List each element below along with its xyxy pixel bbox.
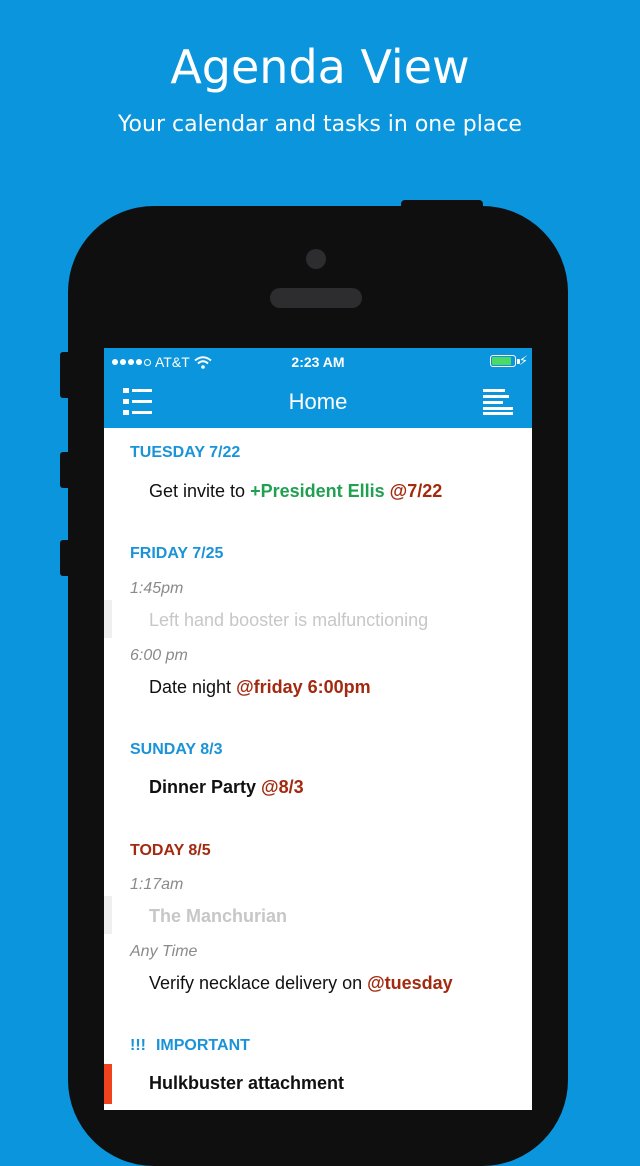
- section-header-tuesday: TUESDAY 7/22: [130, 444, 241, 461]
- charging-bolt-icon: ⚡: [518, 353, 528, 368]
- app-screen: AT&T 2:23 AM ⚡ Home TUESDAY 7/22 Get inv…: [104, 348, 532, 1110]
- event-edge-bar: [104, 600, 112, 638]
- task-text: Get invite to: [149, 481, 251, 501]
- event-time: 6:00 pm: [130, 647, 188, 664]
- task-item[interactable]: Dinner Party @8/3: [149, 777, 304, 798]
- date-tag[interactable]: @7/22: [390, 481, 443, 501]
- nav-title: Home: [288, 389, 348, 414]
- nav-bar: Home: [104, 376, 532, 428]
- event-time: Any Time: [130, 943, 198, 960]
- event-item[interactable]: Left hand booster is malfunctioning: [149, 610, 428, 631]
- section-header-friday: FRIDAY 7/25: [130, 545, 224, 562]
- task-item[interactable]: Date night @friday 6:00pm: [149, 677, 371, 698]
- date-tag[interactable]: @8/3: [261, 777, 304, 797]
- section-header-today: TODAY 8/5: [130, 842, 211, 859]
- task-text: Dinner Party: [149, 777, 262, 797]
- task-item[interactable]: Verify necklace delivery on @tuesday: [149, 973, 453, 994]
- event-item[interactable]: The Manchurian: [149, 906, 287, 927]
- priority-bar: [104, 1064, 112, 1104]
- section-header-sunday: SUNDAY 8/3: [130, 741, 223, 758]
- event-edge-bar: [104, 896, 112, 934]
- promo-subtitle: Your calendar and tasks in one place: [118, 112, 522, 137]
- section-header-important: !!! IMPORTANT: [130, 1037, 250, 1055]
- date-tag[interactable]: @tuesday: [367, 973, 453, 993]
- promo-title: Agenda View: [170, 40, 470, 94]
- sort-lines-icon[interactable]: [482, 388, 514, 416]
- task-text: Verify necklace delivery on: [149, 973, 368, 993]
- date-tag[interactable]: @friday 6:00pm: [236, 677, 371, 697]
- battery-icon: [490, 355, 516, 367]
- front-camera: [306, 249, 326, 269]
- task-item[interactable]: Hulkbuster attachment: [149, 1073, 344, 1094]
- earpiece-speaker: [270, 288, 362, 308]
- task-item[interactable]: Get invite to +President Ellis @7/22: [149, 481, 442, 502]
- important-label: IMPORTANT: [155, 1037, 250, 1054]
- priority-marker: !!!: [130, 1037, 146, 1054]
- task-text: Date night: [149, 677, 237, 697]
- status-bar: AT&T 2:23 AM ⚡: [104, 348, 532, 376]
- status-time: 2:23 AM: [291, 354, 345, 370]
- event-time: 1:45pm: [130, 580, 184, 597]
- event-time: 1:17am: [130, 876, 184, 893]
- person-tag[interactable]: +President Ellis: [250, 481, 385, 501]
